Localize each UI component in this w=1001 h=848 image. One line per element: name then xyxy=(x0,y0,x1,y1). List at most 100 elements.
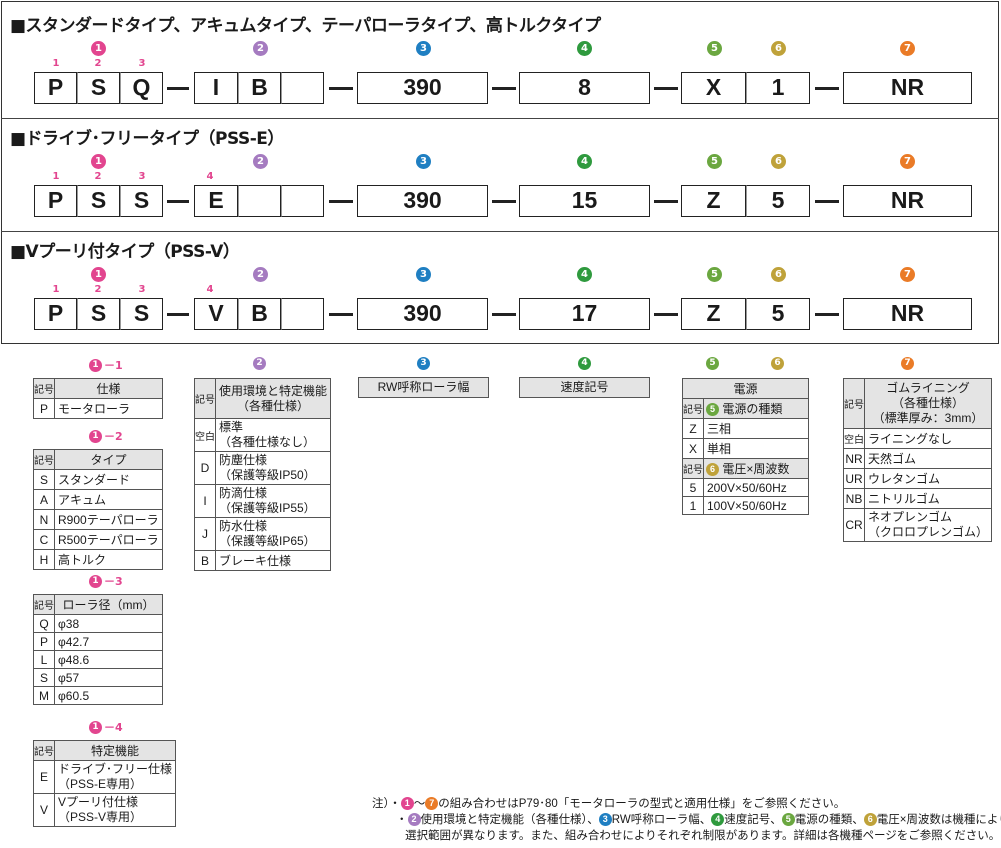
table-row: Sφ57 xyxy=(33,668,163,687)
code-box: 1 xyxy=(746,72,810,104)
number-2-icon: 2 xyxy=(253,41,268,56)
code-dash xyxy=(492,200,516,203)
code-dash xyxy=(492,87,516,90)
section-title: ■ドライブ･フリータイプ（PSS-E） xyxy=(10,129,284,149)
number-6-icon: 6 xyxy=(706,463,719,477)
number-3-icon: 3 xyxy=(416,267,431,282)
table-row: S スタンダード xyxy=(33,469,163,490)
sub-number: 3 xyxy=(138,171,146,182)
legend-table-1-3: 記号 ローラ径（mm） Qφ38 Pφ42.7 Lφ48.6 Sφ57 Mφ60.… xyxy=(33,594,163,705)
number-6-icon: 6 xyxy=(771,154,786,169)
code-box: 5 xyxy=(746,298,810,330)
sub-number: 4 xyxy=(206,171,214,182)
sub-number: 3 xyxy=(138,284,146,295)
code-dash xyxy=(167,313,189,316)
table-row: I 防滴仕様 （保護等級IP55） xyxy=(194,484,332,518)
code-box xyxy=(281,185,324,217)
code-box: 17 xyxy=(519,298,650,330)
table-row: D 防塵仕様 （保護等級IP50） xyxy=(194,451,332,485)
number-3-icon: 3 xyxy=(598,813,612,827)
note-line-3: 選択範囲が異なります。また、組み合わせによりそれぞれ制限があります。詳細は各機種… xyxy=(405,830,1001,842)
sub-number: 2 xyxy=(94,284,102,295)
number-1-icon: 1 xyxy=(400,797,414,811)
legend-header-3: RW呼称ローラ幅 xyxy=(358,377,489,398)
code-box: 390 xyxy=(357,298,488,330)
number-5-icon: 5 xyxy=(781,813,795,827)
code-dash xyxy=(167,87,189,90)
table-row: NB ニトリルゴム xyxy=(843,488,993,509)
number-1-icon: 1 xyxy=(91,154,106,169)
legend-3-label: 3 xyxy=(417,357,430,370)
table-row: A アキュム xyxy=(33,489,163,510)
section-title: ■スタンダードタイプ、アキュムタイプ、テーパローラタイプ、高トルクタイプ xyxy=(10,16,601,36)
section-divider xyxy=(1,231,999,232)
code-dash xyxy=(329,87,353,90)
legend-header-4: 速度記号 xyxy=(519,377,650,398)
number-4-icon: 4 xyxy=(577,154,592,169)
code-box: P xyxy=(34,72,77,104)
number-1-icon: 1 xyxy=(89,358,102,372)
number-1-icon: 1 xyxy=(91,267,106,282)
table-row: 空白 標準 （各種仕様なし） xyxy=(194,418,332,452)
sub-number: 1 xyxy=(52,284,60,295)
table-row: P モータローラ xyxy=(33,398,163,419)
code-box xyxy=(281,298,324,330)
sub-number: 2 xyxy=(94,58,102,69)
table-row: Pφ42.7 xyxy=(33,632,163,651)
code-box: S xyxy=(120,185,163,217)
table-row: H 高トルク xyxy=(33,549,163,570)
number-2-icon: 2 xyxy=(253,267,268,282)
table-row: Z 三相 xyxy=(682,418,809,439)
table-row: 空白 ライニングなし xyxy=(843,428,993,449)
code-box: 390 xyxy=(357,185,488,217)
code-box: E xyxy=(194,185,238,217)
code-box: NR xyxy=(843,72,972,104)
sub-number: 2 xyxy=(94,171,102,182)
legend-4-label: 4 xyxy=(578,357,591,370)
code-box: B xyxy=(238,298,281,330)
section-title: ■Vプーリ付タイプ（PSS-V） xyxy=(10,242,240,262)
number-1-icon: 1 xyxy=(89,574,102,588)
number-5-icon: 5 xyxy=(706,403,719,417)
section-divider xyxy=(1,118,999,119)
code-dash xyxy=(815,313,839,316)
number-2-icon: 2 xyxy=(407,813,421,827)
legend-1-1-label: 1 －1 xyxy=(89,357,123,373)
number-3-icon: 3 xyxy=(417,357,430,370)
sub-number: 1 xyxy=(52,171,60,182)
number-7-icon: 7 xyxy=(900,41,915,56)
sub-number: 4 xyxy=(206,284,214,295)
code-box: Q xyxy=(120,72,163,104)
legend-table-7: 記号 ゴムライニング （各種仕様） （標準厚み：3mm） 空白 ライニングなし NR 天然… xyxy=(843,378,993,542)
table-row: C R500テーパローラ xyxy=(33,529,163,550)
table-row: V Vプーリ付仕様 （PSS-V専用） xyxy=(33,793,177,827)
table-row: 5 200V×50/60Hz xyxy=(682,478,809,497)
number-4-icon: 4 xyxy=(577,41,592,56)
table-row: Lφ48.6 xyxy=(33,650,163,669)
code-dash xyxy=(492,313,516,316)
number-5-icon: 5 xyxy=(707,267,722,282)
sub-number: 1 xyxy=(52,58,60,69)
table-row: N R900テーパローラ xyxy=(33,509,163,530)
table-row: Mφ60.5 xyxy=(33,686,163,705)
legend-table-1-1: 記号 仕様 P モータローラ xyxy=(33,378,163,419)
note-line-2: ・ 2 使用環境と特定機能（各種仕様）、 3 RW呼称ローラ幅、 4 速度記号、 5 電源の種類… xyxy=(396,813,1001,827)
code-dash xyxy=(654,200,678,203)
legend-table-1-4: 記号 特定機能 E ドライブ･フリー仕様 （PSS-E専用） V Vプーリ付仕様 （PSS… xyxy=(33,740,177,827)
number-6-icon: 6 xyxy=(771,357,784,370)
number-6-icon: 6 xyxy=(771,267,786,282)
number-3-icon: 3 xyxy=(416,41,431,56)
code-box: S xyxy=(77,72,120,104)
code-box: 15 xyxy=(519,185,650,217)
number-4-icon: 4 xyxy=(711,813,725,827)
table-row: B ブレーキ仕様 xyxy=(194,550,332,571)
number-7-icon: 7 xyxy=(425,797,439,811)
table-row: NR 天然ゴム xyxy=(843,448,993,469)
code-box: B xyxy=(238,72,281,104)
number-7-icon: 7 xyxy=(900,154,915,169)
code-box: S xyxy=(77,298,120,330)
number-5-icon: 5 xyxy=(707,41,722,56)
table-row: J 防水仕様 （保護等級IP65） xyxy=(194,517,332,551)
number-4-icon: 4 xyxy=(577,267,592,282)
code-box: X xyxy=(681,72,746,104)
